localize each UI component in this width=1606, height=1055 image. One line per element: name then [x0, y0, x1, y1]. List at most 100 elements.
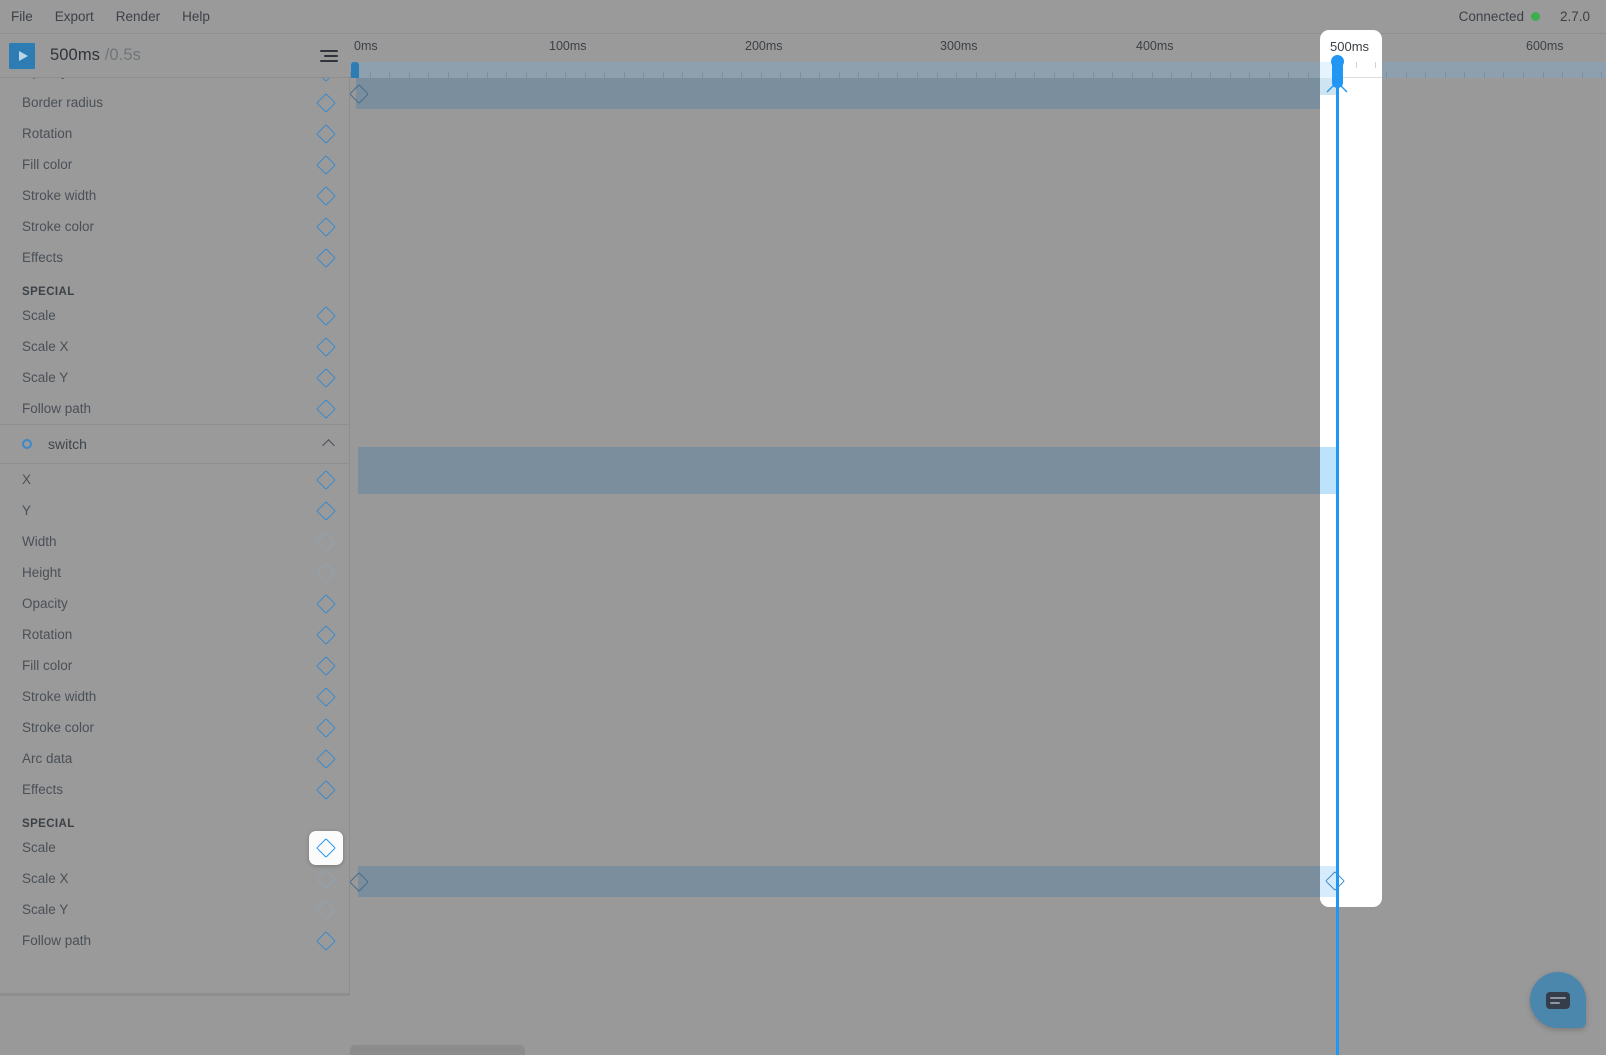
- property-label: Effects: [22, 250, 64, 265]
- switch-layer-track[interactable]: [358, 447, 1336, 494]
- play-icon: [18, 50, 28, 61]
- spotlight-minor-tick: [1375, 62, 1377, 68]
- property-row-rotation[interactable]: Rotation: [0, 619, 349, 650]
- circle-icon: [22, 439, 32, 449]
- property-row-opacity[interactable]: Opacity: [0, 588, 349, 619]
- property-row-follow-path[interactable]: Follow path: [0, 393, 349, 424]
- timeline-ruler[interactable]: 0ms 100ms 200ms 300ms 400ms 500ms 600ms: [350, 34, 1606, 62]
- property-sidebar[interactable]: Opacity Border radius Rotation Fill color St…: [0, 78, 350, 993]
- property-row-stroke-color[interactable]: Stroke color: [0, 211, 349, 242]
- property-row-stroke-width[interactable]: Stroke width: [0, 681, 349, 712]
- property-label: Follow path: [22, 933, 92, 948]
- keyframe-toggle-popup[interactable]: [309, 830, 343, 865]
- property-row-width[interactable]: Width: [0, 526, 349, 557]
- property-row-stroke-color[interactable]: Stroke color: [0, 712, 349, 743]
- chat-line: [1550, 1001, 1560, 1004]
- property-label: Fill color: [22, 658, 73, 673]
- property-row-scale[interactable]: Scale: [0, 300, 349, 331]
- total-time: /0.5s: [104, 46, 141, 64]
- bottom-panel-stub[interactable]: [350, 1045, 525, 1055]
- app-version: 2.7.0: [1559, 9, 1590, 24]
- property-label: Stroke width: [22, 689, 97, 704]
- property-row-scale-x[interactable]: Scale X: [0, 331, 349, 362]
- menu-item-file[interactable]: File: [0, 0, 44, 34]
- scale-track[interactable]: [358, 866, 1336, 897]
- property-row-effects[interactable]: Effects: [0, 774, 349, 805]
- property-label: Width: [22, 534, 57, 549]
- chat-bubble-icon: [1546, 991, 1570, 1009]
- connection-label: Connected: [1458, 9, 1524, 24]
- property-row-effects[interactable]: Effects: [0, 242, 349, 273]
- property-row-rotation[interactable]: Rotation: [0, 118, 349, 149]
- playhead-marker-icon: [1326, 81, 1348, 93]
- menu-item-help[interactable]: Help: [171, 0, 221, 34]
- playhead-time-label: 500ms: [1330, 39, 1370, 54]
- playback-toolbar: 500ms /0.5s: [0, 34, 350, 78]
- property-label: Scale: [22, 308, 56, 323]
- playhead-dot-icon[interactable]: [1331, 55, 1344, 68]
- property-label: Height: [22, 565, 62, 580]
- property-row-scale-y[interactable]: Scale Y: [0, 362, 349, 393]
- ruler-tick-label: 100ms: [549, 39, 587, 53]
- property-row-stroke-width[interactable]: Stroke width: [0, 180, 349, 211]
- hamburger-menu-icon[interactable]: [320, 49, 338, 62]
- playhead-switch-row-highlight: [1320, 447, 1336, 494]
- layer-header-switch[interactable]: switch: [0, 424, 349, 464]
- property-label: Rotation: [22, 126, 73, 141]
- property-label: Scale: [22, 840, 56, 855]
- menu-line: [320, 49, 338, 52]
- property-row-fill-color[interactable]: Fill color: [0, 650, 349, 681]
- property-label: Effects: [22, 782, 64, 797]
- sidebar-bottom-edge: [0, 993, 350, 996]
- property-label: Stroke color: [22, 720, 95, 735]
- section-header: SPECIAL: [22, 286, 75, 298]
- property-row-scale[interactable]: Scale: [0, 830, 349, 865]
- keyframe-diamond-icon[interactable]: [316, 837, 336, 858]
- property-label: Opacity: [22, 596, 68, 611]
- property-label: Scale X: [22, 339, 69, 354]
- property-row-follow-path[interactable]: Follow path: [0, 925, 349, 956]
- opacity-track[interactable]: [356, 78, 1336, 109]
- spotlight-minor-tick: [1355, 62, 1357, 68]
- property-label: Arc data: [22, 751, 73, 766]
- ruler-tick-label: 300ms: [940, 39, 978, 53]
- property-label: Scale Y: [22, 902, 69, 917]
- property-label: Rotation: [22, 627, 73, 642]
- property-row-opacity[interactable]: Opacity: [0, 78, 349, 87]
- property-row-scale-y[interactable]: Scale Y: [0, 894, 349, 925]
- property-row-height[interactable]: Height: [0, 557, 349, 588]
- property-row-fill-color[interactable]: Fill color: [0, 149, 349, 180]
- chat-line: [1550, 996, 1566, 999]
- property-label: Stroke width: [22, 188, 97, 203]
- property-row-scale-x[interactable]: Scale X: [0, 863, 349, 894]
- property-label: Y: [22, 503, 32, 518]
- timeline-canvas[interactable]: [350, 78, 1606, 993]
- property-label: Follow path: [22, 401, 92, 416]
- property-label: Fill color: [22, 157, 73, 172]
- property-row-border-radius[interactable]: Border radius: [0, 87, 349, 118]
- layer-name: switch: [48, 436, 87, 452]
- property-label: X: [22, 472, 32, 487]
- property-label: Border radius: [22, 95, 104, 110]
- playhead-line[interactable]: [1336, 60, 1339, 1055]
- chevron-up-icon[interactable]: [322, 439, 335, 452]
- property-row-x[interactable]: X: [0, 464, 349, 495]
- timeline-ruler-band[interactable]: [350, 62, 1606, 78]
- menu-line: [324, 54, 338, 57]
- menu-item-export[interactable]: Export: [44, 0, 105, 34]
- chat-bubble-button[interactable]: [1530, 972, 1586, 1028]
- section-header: SPECIAL: [22, 818, 75, 830]
- ruler-tick-label: 200ms: [745, 39, 783, 53]
- time-readout: 500ms /0.5s: [50, 46, 141, 65]
- menu-bar: File Export Render Help Connected 2.7.0: [0, 0, 1606, 34]
- property-label: Scale Y: [22, 370, 69, 385]
- property-row-y[interactable]: Y: [0, 495, 349, 526]
- ruler-tick-label: 600ms: [1526, 39, 1564, 53]
- property-label: Scale X: [22, 871, 69, 886]
- ruler-tick-label: 400ms: [1136, 39, 1174, 53]
- connection-status: Connected: [1459, 9, 1540, 24]
- property-row-arc-data[interactable]: Arc data: [0, 743, 349, 774]
- play-button[interactable]: [9, 42, 35, 69]
- menu-line: [320, 59, 338, 62]
- menu-item-render[interactable]: Render: [105, 0, 171, 34]
